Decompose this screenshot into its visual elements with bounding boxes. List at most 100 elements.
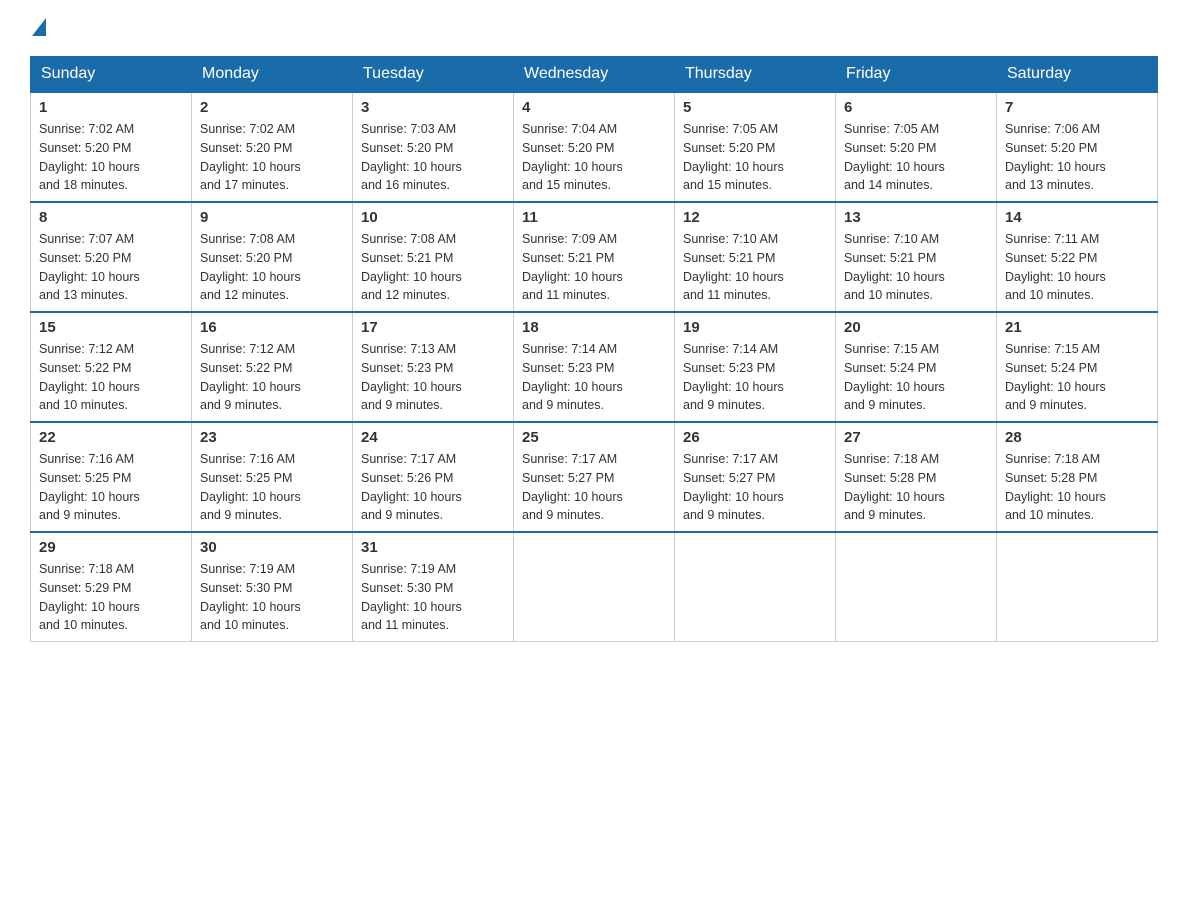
day-info: Sunrise: 7:02 AM Sunset: 5:20 PM Dayligh… <box>200 120 344 195</box>
day-info: Sunrise: 7:10 AM Sunset: 5:21 PM Dayligh… <box>844 230 988 305</box>
day-number: 26 <box>683 429 827 446</box>
day-number: 13 <box>844 209 988 226</box>
calendar-cell: 8 Sunrise: 7:07 AM Sunset: 5:20 PM Dayli… <box>31 202 192 312</box>
day-info: Sunrise: 7:19 AM Sunset: 5:30 PM Dayligh… <box>361 560 505 635</box>
day-number: 22 <box>39 429 183 446</box>
day-info: Sunrise: 7:18 AM Sunset: 5:28 PM Dayligh… <box>844 450 988 525</box>
calendar-cell <box>997 532 1158 642</box>
day-info: Sunrise: 7:19 AM Sunset: 5:30 PM Dayligh… <box>200 560 344 635</box>
week-row-5: 29 Sunrise: 7:18 AM Sunset: 5:29 PM Dayl… <box>31 532 1158 642</box>
calendar-cell: 24 Sunrise: 7:17 AM Sunset: 5:26 PM Dayl… <box>353 422 514 532</box>
day-number: 15 <box>39 319 183 336</box>
day-number: 20 <box>844 319 988 336</box>
calendar-cell: 18 Sunrise: 7:14 AM Sunset: 5:23 PM Dayl… <box>514 312 675 422</box>
day-info: Sunrise: 7:12 AM Sunset: 5:22 PM Dayligh… <box>39 340 183 415</box>
logo <box>30 20 48 38</box>
day-number: 24 <box>361 429 505 446</box>
calendar-cell: 21 Sunrise: 7:15 AM Sunset: 5:24 PM Dayl… <box>997 312 1158 422</box>
calendar-cell: 5 Sunrise: 7:05 AM Sunset: 5:20 PM Dayli… <box>675 92 836 202</box>
day-number: 1 <box>39 99 183 116</box>
day-number: 21 <box>1005 319 1149 336</box>
day-info: Sunrise: 7:15 AM Sunset: 5:24 PM Dayligh… <box>844 340 988 415</box>
calendar-cell: 7 Sunrise: 7:06 AM Sunset: 5:20 PM Dayli… <box>997 92 1158 202</box>
calendar-cell: 25 Sunrise: 7:17 AM Sunset: 5:27 PM Dayl… <box>514 422 675 532</box>
day-number: 11 <box>522 209 666 226</box>
day-info: Sunrise: 7:17 AM Sunset: 5:26 PM Dayligh… <box>361 450 505 525</box>
weekday-header-wednesday: Wednesday <box>514 57 675 93</box>
day-info: Sunrise: 7:07 AM Sunset: 5:20 PM Dayligh… <box>39 230 183 305</box>
calendar-cell: 22 Sunrise: 7:16 AM Sunset: 5:25 PM Dayl… <box>31 422 192 532</box>
calendar-cell: 19 Sunrise: 7:14 AM Sunset: 5:23 PM Dayl… <box>675 312 836 422</box>
day-info: Sunrise: 7:14 AM Sunset: 5:23 PM Dayligh… <box>522 340 666 415</box>
calendar-cell: 6 Sunrise: 7:05 AM Sunset: 5:20 PM Dayli… <box>836 92 997 202</box>
day-info: Sunrise: 7:18 AM Sunset: 5:29 PM Dayligh… <box>39 560 183 635</box>
day-number: 9 <box>200 209 344 226</box>
calendar-cell <box>675 532 836 642</box>
week-row-3: 15 Sunrise: 7:12 AM Sunset: 5:22 PM Dayl… <box>31 312 1158 422</box>
calendar-cell: 13 Sunrise: 7:10 AM Sunset: 5:21 PM Dayl… <box>836 202 997 312</box>
day-number: 30 <box>200 539 344 556</box>
day-number: 8 <box>39 209 183 226</box>
day-number: 5 <box>683 99 827 116</box>
calendar-cell: 10 Sunrise: 7:08 AM Sunset: 5:21 PM Dayl… <box>353 202 514 312</box>
logo-triangle-icon <box>32 18 46 36</box>
calendar-cell: 2 Sunrise: 7:02 AM Sunset: 5:20 PM Dayli… <box>192 92 353 202</box>
day-number: 28 <box>1005 429 1149 446</box>
day-number: 16 <box>200 319 344 336</box>
calendar-cell <box>836 532 997 642</box>
day-number: 19 <box>683 319 827 336</box>
weekday-header-tuesday: Tuesday <box>353 57 514 93</box>
day-info: Sunrise: 7:13 AM Sunset: 5:23 PM Dayligh… <box>361 340 505 415</box>
day-number: 7 <box>1005 99 1149 116</box>
day-info: Sunrise: 7:17 AM Sunset: 5:27 PM Dayligh… <box>683 450 827 525</box>
day-number: 14 <box>1005 209 1149 226</box>
calendar-cell: 1 Sunrise: 7:02 AM Sunset: 5:20 PM Dayli… <box>31 92 192 202</box>
calendar-cell: 30 Sunrise: 7:19 AM Sunset: 5:30 PM Dayl… <box>192 532 353 642</box>
day-number: 31 <box>361 539 505 556</box>
calendar-cell: 23 Sunrise: 7:16 AM Sunset: 5:25 PM Dayl… <box>192 422 353 532</box>
day-number: 23 <box>200 429 344 446</box>
day-info: Sunrise: 7:17 AM Sunset: 5:27 PM Dayligh… <box>522 450 666 525</box>
calendar-cell: 9 Sunrise: 7:08 AM Sunset: 5:20 PM Dayli… <box>192 202 353 312</box>
calendar-cell: 26 Sunrise: 7:17 AM Sunset: 5:27 PM Dayl… <box>675 422 836 532</box>
day-info: Sunrise: 7:08 AM Sunset: 5:21 PM Dayligh… <box>361 230 505 305</box>
week-row-4: 22 Sunrise: 7:16 AM Sunset: 5:25 PM Dayl… <box>31 422 1158 532</box>
day-number: 29 <box>39 539 183 556</box>
calendar-cell: 27 Sunrise: 7:18 AM Sunset: 5:28 PM Dayl… <box>836 422 997 532</box>
calendar-cell: 4 Sunrise: 7:04 AM Sunset: 5:20 PM Dayli… <box>514 92 675 202</box>
day-info: Sunrise: 7:08 AM Sunset: 5:20 PM Dayligh… <box>200 230 344 305</box>
week-row-1: 1 Sunrise: 7:02 AM Sunset: 5:20 PM Dayli… <box>31 92 1158 202</box>
day-number: 10 <box>361 209 505 226</box>
day-number: 12 <box>683 209 827 226</box>
day-info: Sunrise: 7:11 AM Sunset: 5:22 PM Dayligh… <box>1005 230 1149 305</box>
day-info: Sunrise: 7:14 AM Sunset: 5:23 PM Dayligh… <box>683 340 827 415</box>
calendar-cell: 3 Sunrise: 7:03 AM Sunset: 5:20 PM Dayli… <box>353 92 514 202</box>
day-info: Sunrise: 7:18 AM Sunset: 5:28 PM Dayligh… <box>1005 450 1149 525</box>
calendar-cell: 28 Sunrise: 7:18 AM Sunset: 5:28 PM Dayl… <box>997 422 1158 532</box>
day-info: Sunrise: 7:16 AM Sunset: 5:25 PM Dayligh… <box>200 450 344 525</box>
day-info: Sunrise: 7:12 AM Sunset: 5:22 PM Dayligh… <box>200 340 344 415</box>
day-number: 3 <box>361 99 505 116</box>
day-number: 17 <box>361 319 505 336</box>
calendar-cell: 12 Sunrise: 7:10 AM Sunset: 5:21 PM Dayl… <box>675 202 836 312</box>
calendar-cell: 15 Sunrise: 7:12 AM Sunset: 5:22 PM Dayl… <box>31 312 192 422</box>
day-info: Sunrise: 7:15 AM Sunset: 5:24 PM Dayligh… <box>1005 340 1149 415</box>
weekday-header-thursday: Thursday <box>675 57 836 93</box>
page-header <box>30 20 1158 38</box>
day-info: Sunrise: 7:03 AM Sunset: 5:20 PM Dayligh… <box>361 120 505 195</box>
day-number: 27 <box>844 429 988 446</box>
calendar-table: SundayMondayTuesdayWednesdayThursdayFrid… <box>30 56 1158 642</box>
day-info: Sunrise: 7:02 AM Sunset: 5:20 PM Dayligh… <box>39 120 183 195</box>
calendar-cell: 11 Sunrise: 7:09 AM Sunset: 5:21 PM Dayl… <box>514 202 675 312</box>
day-info: Sunrise: 7:06 AM Sunset: 5:20 PM Dayligh… <box>1005 120 1149 195</box>
day-number: 4 <box>522 99 666 116</box>
week-row-2: 8 Sunrise: 7:07 AM Sunset: 5:20 PM Dayli… <box>31 202 1158 312</box>
day-info: Sunrise: 7:10 AM Sunset: 5:21 PM Dayligh… <box>683 230 827 305</box>
day-number: 2 <box>200 99 344 116</box>
weekday-header-row: SundayMondayTuesdayWednesdayThursdayFrid… <box>31 57 1158 93</box>
day-info: Sunrise: 7:05 AM Sunset: 5:20 PM Dayligh… <box>683 120 827 195</box>
calendar-cell <box>514 532 675 642</box>
calendar-cell: 17 Sunrise: 7:13 AM Sunset: 5:23 PM Dayl… <box>353 312 514 422</box>
calendar-cell: 31 Sunrise: 7:19 AM Sunset: 5:30 PM Dayl… <box>353 532 514 642</box>
calendar-cell: 20 Sunrise: 7:15 AM Sunset: 5:24 PM Dayl… <box>836 312 997 422</box>
